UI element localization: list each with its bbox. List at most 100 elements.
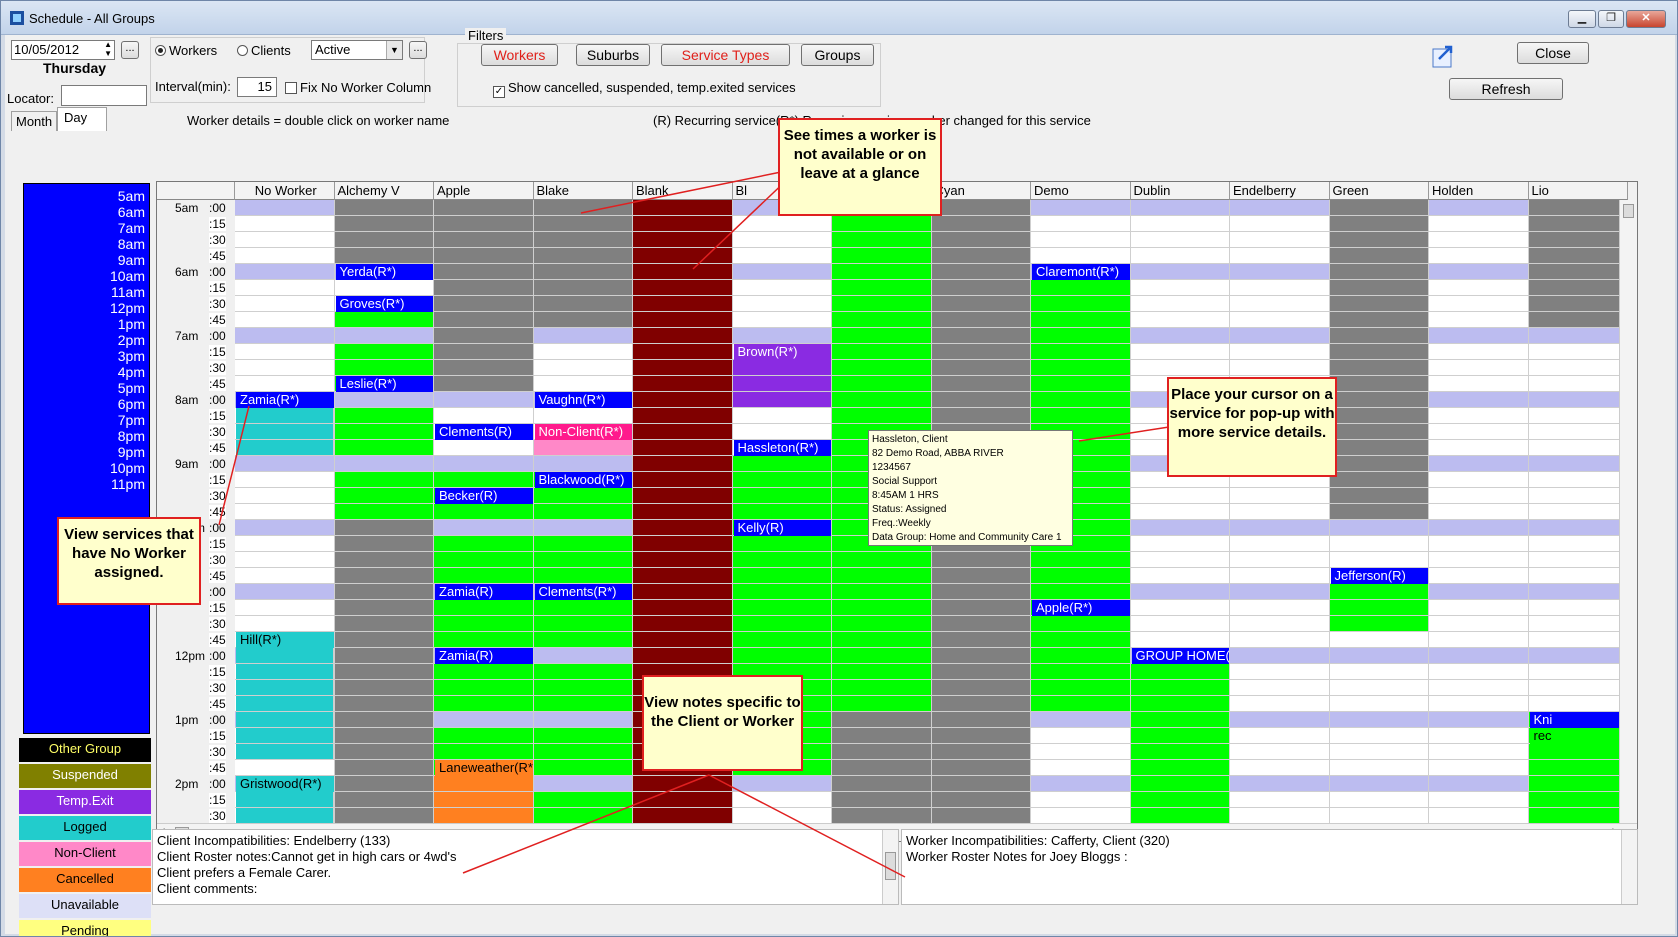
schedule-cell[interactable] [334,712,434,728]
service-block[interactable]: Claremont(R*) [1032,264,1130,280]
schedule-cell[interactable] [533,232,633,248]
schedule-cell[interactable] [633,360,733,376]
schedule-cell[interactable] [1528,760,1628,776]
column-header-9[interactable]: Dublin [1130,182,1230,200]
schedule-cell[interactable] [533,408,633,424]
schedule-cell[interactable] [1230,248,1330,264]
schedule-cell[interactable] [434,264,534,280]
schedule-cell[interactable] [931,200,1031,216]
schedule-cell[interactable] [732,216,832,232]
schedule-cell[interactable] [832,360,932,376]
schedule-cell[interactable] [832,728,932,744]
schedule-cell[interactable] [1528,344,1628,360]
schedule-cell[interactable] [434,664,534,680]
schedule-cell[interactable] [1528,488,1628,504]
worker-notes-scrollbar[interactable] [1621,830,1637,904]
schedule-cell[interactable] [1429,664,1529,680]
service-block[interactable]: Kelly(R) [733,520,831,536]
show-cancelled-checkbox[interactable]: ✓ Show cancelled, suspended, temp.exited … [493,80,796,98]
schedule-cell[interactable] [1429,328,1529,344]
scrollbar-thumb[interactable] [1623,204,1634,218]
schedule-cell[interactable] [633,392,733,408]
schedule-cell[interactable] [1429,504,1529,520]
schedule-cell[interactable] [1329,408,1429,424]
service-block[interactable]: Yerda(R*) [335,264,433,280]
schedule-cell[interactable] [1130,264,1230,280]
schedule-cell[interactable] [1528,616,1628,632]
schedule-cell[interactable] [334,696,434,712]
schedule-cell[interactable] [1031,200,1131,216]
hour-item-6am[interactable]: 6am [118,204,145,220]
schedule-cell[interactable] [1130,600,1230,616]
schedule-cell[interactable] [1329,472,1429,488]
schedule-cell[interactable] [732,808,832,824]
schedule-cell[interactable] [1528,264,1628,280]
logged-cell[interactable] [236,696,334,712]
hour-navigator[interactable]: 5am 6am 7am 8am 9am 10am 11am 12pm 1pm 2pm 3pm 4pm 5… [23,183,150,734]
schedule-cell[interactable] [1230,488,1330,504]
schedule-cell[interactable] [832,408,932,424]
schedule-cell[interactable] [1329,536,1429,552]
schedule-cell[interactable] [1230,584,1330,600]
schedule-cell[interactable] [1130,712,1230,728]
schedule-cell[interactable] [533,648,633,664]
schedule-cell[interactable] [1429,232,1529,248]
schedule-cell[interactable] [732,600,832,616]
schedule-cell[interactable] [1230,216,1330,232]
schedule-cell[interactable] [931,376,1031,392]
filter-suburbs-button[interactable]: Suburbs [576,44,650,66]
schedule-cell[interactable] [1230,568,1330,584]
schedule-cell[interactable] [1230,648,1330,664]
schedule-cell[interactable] [533,616,633,632]
schedule-cell[interactable] [1528,376,1628,392]
schedule-cell[interactable] [434,312,534,328]
schedule-cell[interactable] [533,216,633,232]
schedule-cell[interactable] [633,248,733,264]
schedule-cell[interactable] [1429,680,1529,696]
schedule-cell[interactable] [832,760,932,776]
schedule-cell[interactable] [1031,408,1131,424]
schedule-cell[interactable] [832,808,932,824]
fix-no-worker-checkbox[interactable]: Fix No Worker Column [285,80,431,95]
schedule-cell[interactable] [1329,200,1429,216]
schedule-cell[interactable] [1329,520,1429,536]
schedule-cell[interactable] [732,616,832,632]
schedule-cell[interactable] [1429,584,1529,600]
schedule-cell[interactable] [334,648,434,664]
schedule-cell[interactable] [1130,216,1230,232]
schedule-cell[interactable] [832,680,932,696]
schedule-cell[interactable] [1329,488,1429,504]
schedule-cell[interactable] [235,472,335,488]
hour-item-7am[interactable]: 7am [118,220,145,236]
schedule-cell[interactable] [235,520,335,536]
schedule-cell[interactable] [633,280,733,296]
schedule-cell[interactable] [334,440,434,456]
schedule-cell[interactable] [334,248,434,264]
schedule-cell[interactable] [832,696,932,712]
schedule-cell[interactable] [334,280,434,296]
schedule-cell[interactable] [235,360,335,376]
schedule-cell[interactable] [434,344,534,360]
schedule-cell[interactable] [1230,296,1330,312]
schedule-cell[interactable] [1230,312,1330,328]
schedule-cell[interactable] [1329,792,1429,808]
service-block[interactable]: Jefferson(R) [1330,568,1428,584]
schedule-cell[interactable] [1329,504,1429,520]
schedule-cell[interactable] [832,792,932,808]
schedule-cell[interactable] [633,536,733,552]
service-block[interactable]: Hassleton(R*) [733,440,831,456]
logged-cell[interactable] [236,792,334,808]
status-select[interactable]: Active ▼ [311,40,403,60]
schedule-cell[interactable] [1130,696,1230,712]
schedule-cell[interactable] [235,600,335,616]
schedule-cell[interactable] [235,328,335,344]
schedule-cell[interactable] [832,280,932,296]
schedule-cell[interactable] [1429,552,1529,568]
schedule-cell[interactable] [1130,248,1230,264]
schedule-cell[interactable] [931,648,1031,664]
schedule-cell[interactable] [434,776,534,792]
schedule-cell[interactable] [533,360,633,376]
schedule-cell[interactable] [1329,264,1429,280]
schedule-cell[interactable] [434,744,534,760]
schedule-cell[interactable] [334,728,434,744]
